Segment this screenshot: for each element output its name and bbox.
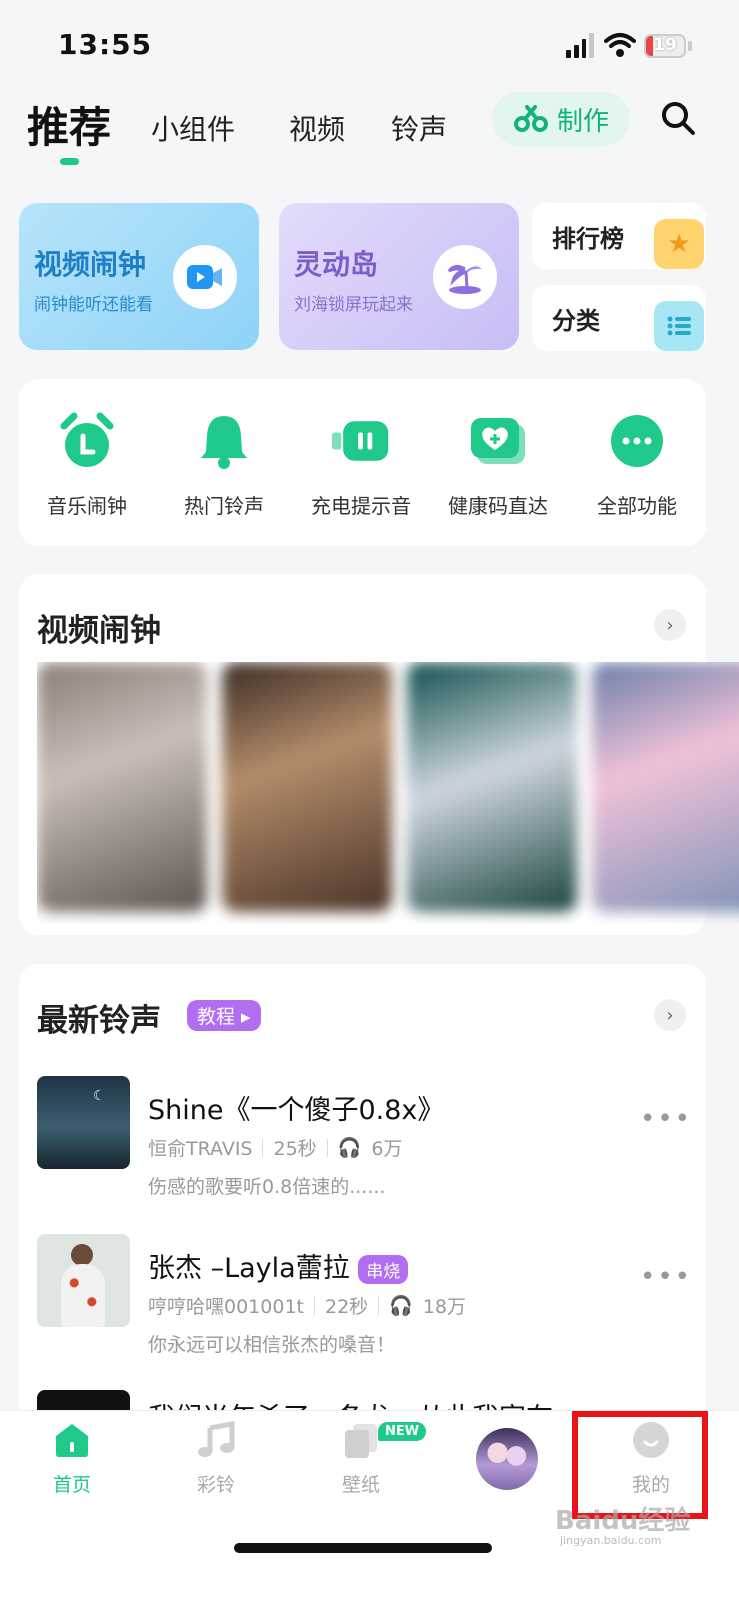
- quick-action-label: 全部功能: [597, 494, 677, 518]
- music-note-icon: [198, 1421, 235, 1457]
- tab-ringtone[interactable]: 铃声: [391, 108, 447, 148]
- quick-action-label: 热门铃声: [184, 494, 264, 518]
- quick-action-label: 健康码直达: [448, 494, 548, 518]
- ringtone-title-row[interactable]: 张杰 –Layla蕾拉 串烧: [148, 1246, 409, 1285]
- nav-home[interactable]: 首页: [22, 1420, 122, 1497]
- quick-action-health-code[interactable]: 健康码直达: [438, 410, 558, 519]
- signal-icon: [566, 32, 594, 58]
- section-title: 视频闹钟: [37, 613, 161, 649]
- quick-action-label: 音乐闹钟: [47, 494, 127, 518]
- banner-title: 视频闹钟: [34, 248, 147, 281]
- ringtone-title: 张杰 –Layla蕾拉: [148, 1253, 350, 1284]
- more-options-icon[interactable]: •••: [640, 1262, 692, 1292]
- battery-level: 19: [653, 35, 677, 55]
- quick-action-charging-sound[interactable]: 充电提示音: [301, 410, 421, 519]
- quick-action-label: 充电提示音: [311, 494, 411, 518]
- status-time: 13:55: [58, 28, 153, 61]
- search-icon[interactable]: [660, 100, 696, 136]
- video-thumbnails-strip[interactable]: [37, 662, 739, 924]
- palm-island-icon: [433, 245, 497, 309]
- ringtone-plays: 18万: [422, 1296, 467, 1318]
- banner-video-alarm[interactable]: 视频闹钟 闹钟能听还能看: [19, 203, 259, 350]
- ringtone-title[interactable]: Shine《一个傻子0.8x》: [148, 1088, 444, 1127]
- tab-recommend[interactable]: 推荐: [27, 94, 111, 155]
- ringtone-plays: 6万: [371, 1138, 403, 1160]
- wallpaper-icon: [345, 1424, 377, 1458]
- alarm-clock-icon: [56, 410, 118, 472]
- quick-action-hot-ringtones[interactable]: 热门铃声: [164, 410, 284, 519]
- list-icon: [654, 301, 704, 351]
- more-dots-icon: [606, 410, 668, 472]
- category-card[interactable]: 分类: [532, 285, 706, 351]
- video-play-icon: [173, 245, 237, 309]
- ringtone-meta: 恒俞TRAVIS 25秒 🎧 6万: [148, 1134, 402, 1161]
- more-options-icon[interactable]: •••: [640, 1104, 692, 1134]
- quick-action-all-features[interactable]: 全部功能: [577, 410, 697, 519]
- ringtone-cover[interactable]: [37, 1234, 130, 1327]
- banner-subtitle: 闹钟能听还能看: [34, 295, 153, 315]
- tutorial-tag-label: 教程: [197, 1006, 236, 1028]
- scissors-icon: [513, 105, 548, 132]
- tab-widgets[interactable]: 小组件: [151, 108, 235, 148]
- make-label: 制作: [556, 106, 609, 137]
- section-title: 最新铃声: [37, 1003, 161, 1039]
- banner-dynamic-island[interactable]: 灵动岛 刘海锁屏玩起来: [279, 203, 519, 350]
- tutorial-tag[interactable]: 教程 ▸: [187, 1000, 261, 1031]
- banner-subtitle: 刘海锁屏玩起来: [294, 295, 413, 315]
- chevron-right-icon[interactable]: ›: [654, 999, 686, 1031]
- video-thumbnail[interactable]: [222, 662, 392, 912]
- video-thumbnail[interactable]: [407, 662, 577, 912]
- ringtone-author: 哼哼哈嘿001001t: [148, 1296, 304, 1318]
- ringtone-duration: 25秒: [273, 1138, 317, 1160]
- chevron-right-icon[interactable]: ›: [654, 609, 686, 641]
- home-icon: [56, 1424, 88, 1457]
- moon-icon: ☾: [93, 1088, 106, 1104]
- avatar[interactable]: [476, 1428, 538, 1490]
- quick-action-music-alarm[interactable]: 音乐闹钟: [27, 410, 147, 519]
- battery-charge-icon: [330, 410, 392, 472]
- nav-label: 彩铃: [196, 1474, 235, 1496]
- ringtone-meta: 哼哼哈嘿001001t 22秒 🎧 18万: [148, 1292, 466, 1319]
- banner-title: 灵动岛: [294, 248, 379, 281]
- new-badge: NEW: [378, 1422, 427, 1441]
- nav-label: 首页: [52, 1474, 91, 1496]
- star-icon: ★: [654, 219, 704, 269]
- battery-cap: [688, 41, 692, 51]
- tab-video[interactable]: 视频: [289, 108, 345, 148]
- headphones-icon: 🎧: [337, 1137, 362, 1159]
- ringtone-desc: 伤感的歌要听0.8倍速的......: [148, 1176, 386, 1198]
- ringtone-desc: 你永远可以相信张杰的嗓音！: [148, 1334, 396, 1356]
- category-label: 分类: [552, 307, 600, 335]
- bell-icon: [193, 410, 255, 472]
- video-thumbnail[interactable]: [37, 662, 207, 912]
- health-code-icon: [467, 410, 529, 472]
- ranking-card[interactable]: 排行榜 ★: [532, 203, 706, 269]
- wifi-icon: [604, 33, 636, 57]
- watermark-url: jingyan.baidu.com: [560, 1534, 662, 1547]
- watermark-logo: Baidu经验: [555, 1506, 691, 1536]
- ringtone-author: 恒俞TRAVIS: [148, 1138, 253, 1160]
- ringtone-tag: 串烧: [358, 1255, 409, 1284]
- home-indicator[interactable]: [234, 1543, 492, 1553]
- make-button[interactable]: 制作: [492, 92, 630, 146]
- ranking-label: 排行榜: [552, 225, 624, 253]
- ringtone-cover[interactable]: ☾: [37, 1076, 130, 1169]
- headphones-icon: 🎧: [389, 1295, 413, 1317]
- ringtone-duration: 22秒: [324, 1296, 369, 1318]
- nav-color-ring[interactable]: 彩铃: [166, 1420, 266, 1497]
- video-thumbnail[interactable]: [592, 662, 739, 912]
- tab-indicator: [60, 158, 79, 165]
- battery-icon: 19: [644, 34, 686, 58]
- nav-label: 壁纸: [341, 1474, 380, 1496]
